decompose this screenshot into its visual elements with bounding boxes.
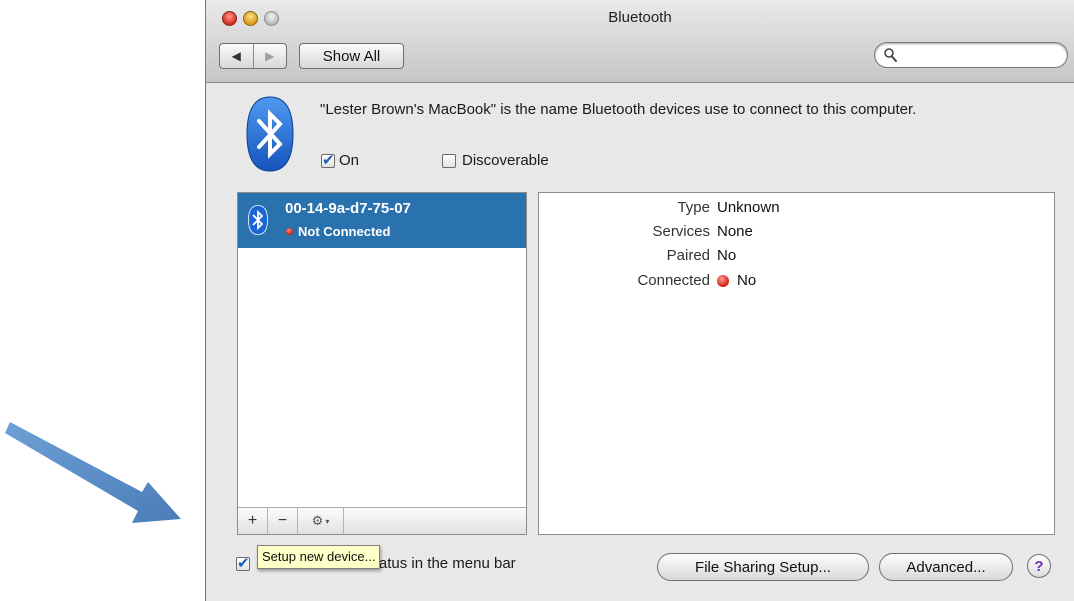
advanced-button[interactable]: Advanced... bbox=[879, 553, 1013, 581]
detail-row-connected: Connected No bbox=[539, 272, 1056, 294]
search-icon bbox=[884, 48, 897, 62]
search-field[interactable] bbox=[874, 42, 1068, 68]
detail-value-text: Unknown bbox=[717, 199, 780, 216]
on-checkbox-label: On bbox=[339, 152, 360, 169]
detail-value: No bbox=[717, 272, 756, 289]
detail-label: Type bbox=[677, 199, 710, 216]
bluetooth-name-description: "Lester Brown's MacBook" is the name Blu… bbox=[320, 101, 917, 118]
connection-status-dot-icon bbox=[717, 274, 729, 287]
detail-label: Paired bbox=[666, 247, 710, 264]
annotation-arrow bbox=[5, 422, 181, 523]
back-button[interactable]: ◀ bbox=[220, 44, 253, 68]
setup-new-device-tooltip: Setup new device... bbox=[257, 545, 381, 569]
detail-value: None bbox=[717, 223, 753, 240]
detail-value-text: No bbox=[717, 247, 737, 264]
window-titlebar: Bluetooth ◀ ▶ Show All bbox=[206, 0, 1074, 83]
detail-value: Unknown bbox=[717, 199, 780, 216]
show-all-button[interactable]: Show All bbox=[299, 43, 404, 69]
detail-label: Services bbox=[652, 223, 710, 240]
detail-row-services: Services None bbox=[539, 223, 1056, 245]
bluetooth-logo-icon bbox=[246, 96, 294, 172]
device-status-text: Not Connected bbox=[298, 224, 391, 239]
back-forward-control: ◀ ▶ bbox=[219, 43, 287, 69]
forward-button[interactable]: ▶ bbox=[252, 44, 287, 68]
window-title: Bluetooth bbox=[608, 9, 672, 26]
bluetooth-preferences-window: Bluetooth ◀ ▶ Show All "Lester Brown's M… bbox=[205, 0, 1074, 601]
device-status: Not Connected bbox=[286, 224, 390, 239]
device-name: 00-14-9a-d7-75-07 bbox=[285, 200, 411, 217]
device-list-toolbar: + − ⚙ ▾ bbox=[238, 507, 526, 534]
discoverable-checkbox[interactable]: Discoverable bbox=[442, 152, 549, 169]
help-button[interactable]: ? bbox=[1027, 554, 1051, 578]
on-checkbox-box[interactable] bbox=[321, 151, 335, 169]
discoverable-checkbox-label: Discoverable bbox=[462, 152, 549, 169]
device-list-item[interactable]: 00-14-9a-d7-75-07 Not Connected bbox=[238, 193, 526, 248]
bluetooth-device-icon bbox=[248, 205, 268, 235]
detail-value-text: None bbox=[717, 223, 753, 240]
detail-value-text: No bbox=[737, 272, 757, 289]
gear-icon: ⚙ bbox=[311, 513, 324, 528]
device-list[interactable]: 00-14-9a-d7-75-07 Not Connected + − ⚙ ▾ bbox=[237, 192, 527, 535]
add-device-button[interactable]: + bbox=[238, 508, 268, 534]
on-checkbox[interactable]: On bbox=[321, 151, 360, 169]
detail-row-type: Type Unknown bbox=[539, 199, 1056, 221]
detail-row-paired: Paired No bbox=[539, 247, 1056, 269]
detail-value: No bbox=[717, 247, 736, 264]
detail-label: Connected bbox=[637, 272, 710, 289]
remove-device-button[interactable]: − bbox=[268, 508, 298, 534]
chevron-down-icon: ▾ bbox=[325, 516, 330, 526]
search-input[interactable] bbox=[901, 46, 1060, 66]
gear-menu-button[interactable]: ⚙ ▾ bbox=[298, 508, 344, 534]
status-red-dot-icon bbox=[286, 228, 293, 235]
file-sharing-setup-button[interactable]: File Sharing Setup... bbox=[657, 553, 869, 581]
discoverable-checkbox-box[interactable] bbox=[442, 153, 456, 168]
device-details-panel: Type Unknown Services None Paired No Con… bbox=[538, 192, 1055, 535]
show-status-checkbox-box[interactable] bbox=[236, 554, 250, 572]
